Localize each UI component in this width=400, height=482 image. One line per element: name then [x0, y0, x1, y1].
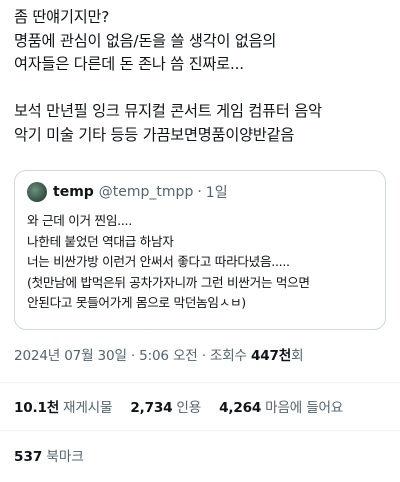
- quoted-author-handle[interactable]: @temp_tmpp: [99, 184, 194, 200]
- tweet-detail: 좀 딴얘기지만? 명품에 관심이 없음/돈을 쓸 생각이 없음의 여자들은 다른…: [0, 0, 400, 482]
- quoted-line: 너는 비싼가방 이런거 안써서 좋다고 따라다녔음.....: [27, 254, 290, 269]
- quoted-line: 나한테 붙었던 역대급 하남자: [27, 233, 174, 249]
- tweet-line: 보석 만년필 잉크 뮤지컬 콘서트 게임 컴퓨터 음악: [14, 102, 322, 120]
- quotes-count: 2,734: [130, 400, 173, 416]
- reposts-stat[interactable]: 10.1천 재게시물: [14, 400, 112, 416]
- likes-stat[interactable]: 4,264 마음에 들어요: [219, 400, 343, 416]
- tweet-datetime[interactable]: 2024년 07월 30일 · 5:06 오전 · 조회수: [14, 348, 251, 364]
- divider: [0, 430, 400, 431]
- quoted-line: 안된다고 못들어가게 몸으로 막던놈임ㅅㅂ): [27, 295, 246, 310]
- quoted-author-name[interactable]: temp: [53, 184, 94, 200]
- avatar[interactable]: [27, 182, 47, 202]
- tweet-line: 악기 미술 기타 등등 가끔보면명품이양반같음: [14, 125, 295, 144]
- likes-label: 마음에 들어요: [265, 400, 344, 416]
- reposts-label: 재게시물: [63, 400, 113, 416]
- view-count: 447천: [250, 348, 292, 364]
- quoted-timestamp[interactable]: 1일: [206, 182, 228, 202]
- reposts-count: 10.1천: [14, 400, 60, 416]
- tweet-line: 여자들은 다른데 돈 존나 씀 진짜로...: [14, 55, 244, 73]
- quoted-tweet-header: temp @temp_tmpp · 1일: [27, 181, 373, 203]
- bookmarks-count: 537: [14, 449, 43, 465]
- quoted-tweet-text: 와 근데 이거 찐임.... 나한테 붙었던 역대급 하남자 너는 비싼가방 이…: [27, 211, 373, 314]
- quoted-line: 와 근데 이거 찐임....: [27, 213, 132, 228]
- tweet-line: 좀 딴얘기지만?: [14, 8, 110, 26]
- quoted-tweet[interactable]: temp @temp_tmpp · 1일 와 근데 이거 찐임.... 나한테 …: [14, 170, 386, 330]
- quoted-line: (첫만남에 밥먹은뒤 공차가자니까 그런 비싼거는 먹으면: [27, 274, 310, 290]
- separator-dot: ·: [197, 184, 202, 200]
- bookmarks-label: 북마크: [46, 449, 84, 465]
- engagement-stats: 10.1천 재게시물 2,734 인용 4,264 마음에 들어요: [14, 396, 357, 416]
- bookmarks-stat[interactable]: 537 북마크: [14, 445, 84, 465]
- quotes-label: 인용: [176, 400, 202, 416]
- divider: [0, 382, 400, 383]
- tweet-text: 좀 딴얘기지만? 명품에 관심이 없음/돈을 쓸 생각이 없음의 여자들은 다른…: [14, 6, 386, 147]
- view-count-suffix: 회: [291, 348, 304, 364]
- quotes-stat[interactable]: 2,734 인용: [130, 400, 201, 416]
- likes-count: 4,264: [219, 400, 262, 416]
- tweet-line: 명품에 관심이 없음/돈을 쓸 생각이 없음의: [14, 31, 277, 50]
- tweet-metadata: 2024년 07월 30일 · 5:06 오전 · 조회수 447천회: [14, 344, 304, 364]
